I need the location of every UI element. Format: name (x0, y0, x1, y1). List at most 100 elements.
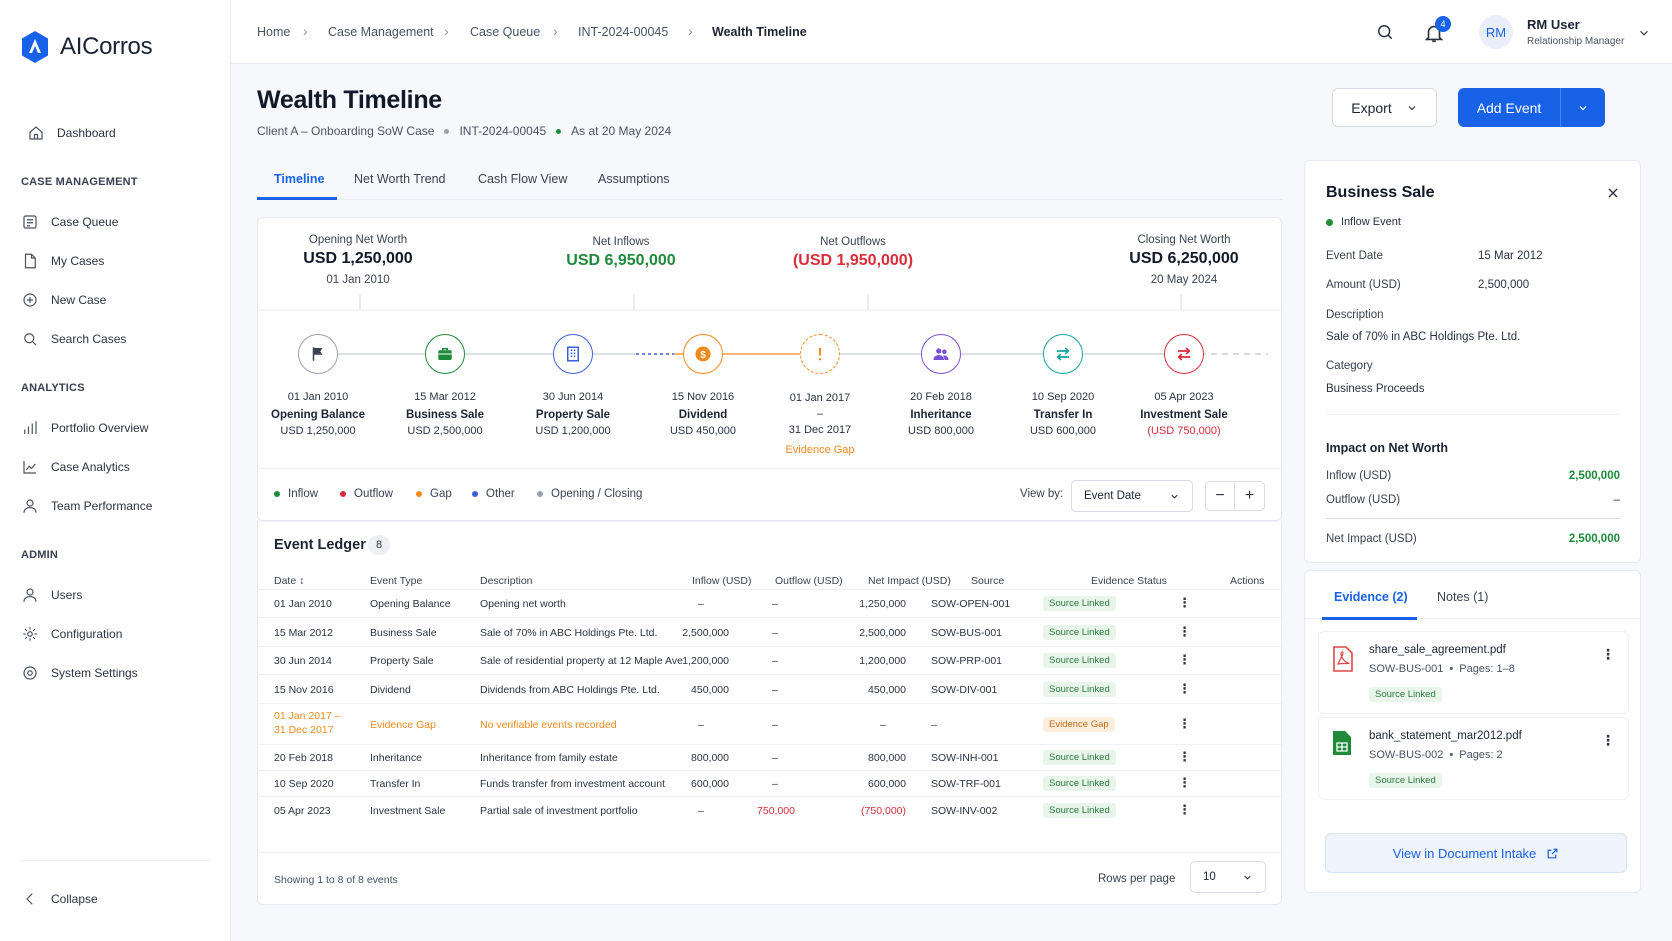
document-meta: SOW-BUS-001 • Pages: 1–8 (1369, 663, 1515, 675)
tab-net-worth-trend[interactable]: Net Worth Trend (354, 172, 445, 186)
dollar-icon: $ (695, 346, 711, 362)
row-actions-icon[interactable]: ⋮ (1178, 716, 1191, 732)
list-icon (23, 215, 37, 229)
tab-assumptions[interactable]: Assumptions (598, 172, 670, 186)
dot-separator: • (1449, 749, 1454, 761)
table-row[interactable]: 15 Nov 2016 Dividend Dividends from ABC Ho… (258, 674, 1283, 703)
avatar[interactable]: RM (1479, 15, 1513, 49)
table-row[interactable]: 20 Feb 2018 Inheritance Inheritance from f… (258, 744, 1283, 770)
table-row[interactable]: 15 Mar 2012 Business Sale Sale of 70% in A… (258, 617, 1283, 646)
timeline-event[interactable]: 30 Jun 2014 Property Sale USD 1,200,000 (513, 334, 633, 437)
tab-notes[interactable]: Notes (1) (1437, 590, 1488, 604)
row-actions-icon[interactable]: ⋮ (1178, 749, 1191, 765)
export-button[interactable]: Export (1332, 88, 1437, 127)
sidebar-item-dashboard[interactable]: Dashboard (27, 123, 116, 143)
event-date: 01 Jan 2017 (789, 392, 851, 404)
evidence-document[interactable]: bank_statement_mar2012.pdf SOW-BUS-002 • P… (1318, 717, 1629, 800)
add-event-button[interactable]: Add Event (1458, 88, 1605, 127)
collapse-button[interactable]: Collapse (21, 889, 98, 909)
cell-event-type: Evidence Gap (370, 719, 436, 731)
timeline-event-gap[interactable]: 01 Jan 2017 – 31 Dec 2017 Evidence Gap (760, 334, 880, 456)
sidebar-item-search-cases[interactable]: Search Cases (21, 329, 126, 349)
sidebar-item-case-analytics[interactable]: Case Analytics (21, 457, 130, 477)
cell-outflow: 750,000 (757, 805, 795, 817)
tab-timeline[interactable]: Timeline (274, 172, 324, 186)
tab-evidence[interactable]: Evidence (2) (1334, 590, 1408, 604)
row-actions-icon[interactable]: ⋮ (1178, 775, 1191, 791)
close-icon[interactable] (1605, 185, 1621, 201)
event-name: Property Sale (535, 409, 611, 421)
zoom-in-button[interactable]: + (1235, 481, 1265, 511)
table-row[interactable]: 01 Jan 2010 Opening Balance Opening net wo… (258, 589, 1283, 617)
logo[interactable]: AICorros (20, 30, 153, 64)
legend-swatch (537, 491, 543, 497)
status-badge: Source Linked (1369, 773, 1442, 788)
sidebar-item-configuration[interactable]: Configuration (21, 624, 122, 644)
breadcrumb-case-id[interactable]: INT-2024-00045 (578, 25, 668, 39)
breadcrumb-home[interactable]: Home (257, 25, 290, 39)
timeline-event[interactable]: $ 15 Nov 2016 Dividend USD 450,000 (643, 334, 763, 437)
sidebar-item-my-cases[interactable]: My Cases (21, 251, 104, 271)
sidebar-item-team-performance[interactable]: Team Performance (21, 496, 152, 516)
row-actions-icon[interactable]: ⋮ (1178, 802, 1191, 818)
impact-inflow: 2,500,000 (1568, 470, 1620, 482)
cell-outflow: – (772, 627, 778, 639)
chevron-down-icon (1244, 875, 1251, 880)
table-row[interactable]: 05 Apr 2023 Investment Sale Partial sale o… (258, 796, 1283, 824)
view-in-document-intake-button[interactable]: View in Document Intake (1325, 833, 1627, 873)
alert-icon (818, 348, 822, 361)
sidebar-item-users[interactable]: Users (21, 585, 82, 605)
notification-badge: 4 (1435, 16, 1451, 32)
sidebar-item-label: Case Analytics (51, 460, 130, 474)
tab-indicator (257, 197, 337, 200)
status-badge: Source Linked (1369, 687, 1442, 702)
table-row[interactable]: 01 Jan 2017 – 31 Dec 2017 Evidence Gap No v… (258, 703, 1283, 744)
column-header-source: Source (971, 575, 1005, 587)
sidebar-item-label: New Case (51, 293, 107, 307)
cell-event-type: Investment Sale (370, 805, 446, 817)
sidebar-item-case-queue[interactable]: Case Queue (21, 212, 118, 232)
zoom-out-button[interactable]: − (1205, 481, 1235, 511)
subtitle-as-at: As at 20 May 2024 (571, 124, 672, 138)
legend-outflow: Outflow (340, 488, 393, 500)
status-badge: Source Linked (1043, 776, 1116, 791)
transfer-icon (1056, 347, 1070, 361)
row-actions-icon[interactable]: ⋮ (1178, 595, 1191, 611)
timeline-event[interactable]: 20 Feb 2018 Inheritance USD 800,000 (881, 334, 1001, 437)
evidence-document[interactable]: share_sale_agreement.pdf SOW-BUS-001 • Pag… (1318, 631, 1629, 714)
search-icon[interactable] (1375, 22, 1395, 42)
event-ledger: Event Ledger 8 Date ↕ Event Type Descrip… (257, 521, 1283, 905)
notification-button[interactable]: 4 (1423, 16, 1451, 46)
event-amount: USD 450,000 (669, 425, 737, 437)
chevron-down-icon[interactable] (1637, 26, 1651, 40)
timeline-event[interactable]: 05 Apr 2023 Investment Sale (USD 750,000… (1124, 334, 1244, 437)
timeline-event[interactable]: 15 Mar 2012 Business Sale USD 2,500,000 (385, 334, 505, 437)
column-header-date[interactable]: Date ↕ (274, 575, 304, 587)
event-name: Transfer In (1033, 409, 1093, 421)
dot-separator: • (1449, 663, 1454, 675)
sidebar-item-new-case[interactable]: New Case (21, 290, 106, 310)
breadcrumb-case-management[interactable]: Case Management (328, 25, 434, 39)
cell-inflow: 600,000 (691, 778, 729, 790)
timeline-event[interactable]: 10 Sep 2020 Transfer In USD 600,000 (1003, 334, 1123, 437)
table-row[interactable]: 30 Jun 2014 Property Sale Sale of resident… (258, 646, 1283, 674)
detail-description: Sale of 70% in ABC Holdings Pte. Ltd. (1326, 331, 1521, 343)
sidebar-item-system-settings[interactable]: System Settings (21, 663, 138, 683)
add-event-dropdown[interactable] (1561, 102, 1605, 114)
rows-per-page-select[interactable]: 10 (1190, 861, 1266, 893)
more-icon[interactable]: ⋮ (1601, 732, 1615, 749)
breadcrumb-case-queue[interactable]: Case Queue (470, 25, 540, 39)
status-badge: Source Linked (1043, 653, 1116, 668)
timeline-event[interactable]: 01 Jan 2010 Opening Balance USD 1,250,00… (258, 334, 378, 437)
event-amount: USD 2,500,000 (407, 425, 483, 437)
row-actions-icon[interactable]: ⋮ (1178, 624, 1191, 640)
table-row[interactable]: 10 Sep 2020 Transfer In Funds transfer fro… (258, 770, 1283, 796)
tab-cash-flow-view[interactable]: Cash Flow View (478, 172, 567, 186)
row-actions-icon[interactable]: ⋮ (1178, 652, 1191, 668)
sidebar-item-portfolio-overview[interactable]: Portfolio Overview (21, 418, 148, 438)
more-icon[interactable]: ⋮ (1601, 646, 1615, 663)
user-name[interactable]: RM User (1527, 17, 1580, 32)
view-by-select[interactable]: Event Date (1071, 480, 1193, 512)
row-actions-icon[interactable]: ⋮ (1178, 681, 1191, 697)
cell-inflow: – (698, 719, 704, 731)
